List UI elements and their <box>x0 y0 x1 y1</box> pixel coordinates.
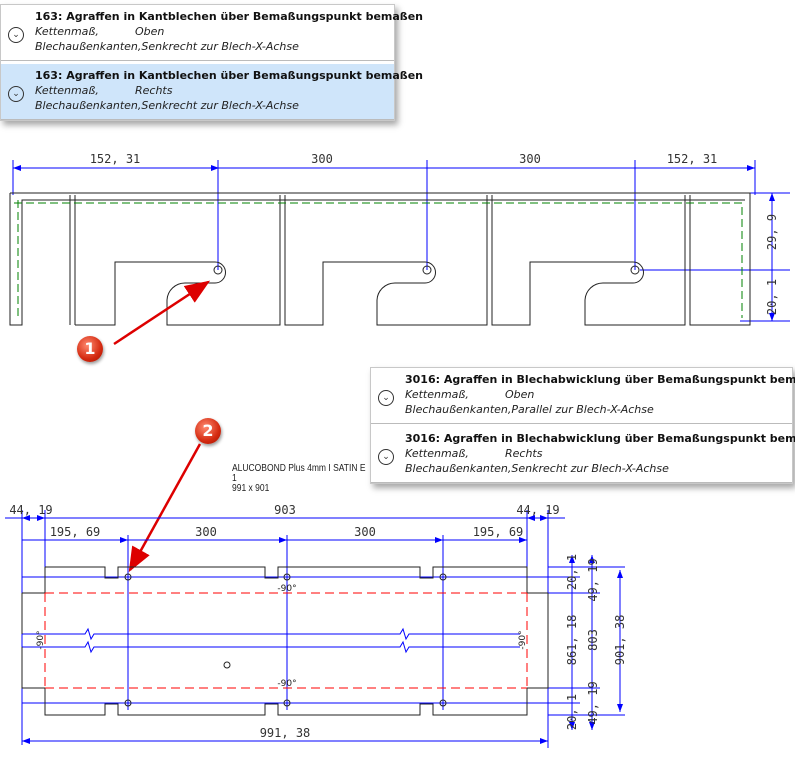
option-orientation: Senkrecht zur Blech-X-Achse <box>141 99 299 112</box>
dim-label: 300 <box>519 152 541 166</box>
dim-label: 44, 19 <box>9 503 52 517</box>
dim-label: 152, 31 <box>90 152 141 166</box>
bend-angle: -90° <box>277 584 296 594</box>
dimension-options-popup-bottom: ⌄ 3016: Agraffen in Blechabwicklung über… <box>370 367 795 484</box>
dim-label: 49, 19 <box>586 681 600 724</box>
dim-label: 803 <box>586 629 600 651</box>
option-row[interactable]: ⌄ 3016: Agraffen in Blechabwicklung über… <box>371 427 795 483</box>
option-title: 163: Agraffen in Kantblechen über Bemaßu… <box>35 10 424 23</box>
chevron-down-icon[interactable]: ⌄ <box>378 449 394 465</box>
top-profile-drawing: 152, 31 300 300 152, 31 29, 9 20, 1 <box>9 152 790 326</box>
option-row-selected[interactable]: ⌄ 163: Agraffen in Kantblechen über Bema… <box>1 64 424 120</box>
option-position: Oben <box>135 25 165 38</box>
chevron-down-icon[interactable]: ⌄ <box>8 86 24 102</box>
option-orientation: Senkrecht zur Blech-X-Achse <box>141 40 299 53</box>
option-position: Oben <box>505 388 535 401</box>
dim-label: 300 <box>354 525 376 539</box>
title-block-material: ALUCOBOND Plus 4mm I SATIN E <box>232 463 366 474</box>
option-type: Kettenmaß, <box>35 25 99 38</box>
option-position: Rechts <box>505 447 543 460</box>
option-type: Kettenmaß, <box>35 84 99 97</box>
dim-label: 29, 9 <box>765 214 779 250</box>
option-reference: Blechaußenkanten, <box>405 403 512 416</box>
dim-label: 195, 69 <box>50 525 101 539</box>
dim-label: 195, 69 <box>473 525 524 539</box>
dim-label: 20, 1 <box>765 279 779 315</box>
dimension-options-popup-top: ⌄ 163: Agraffen in Kantblechen über Bema… <box>0 4 424 121</box>
bend-angle: -90° <box>36 630 46 649</box>
bottom-flat-pattern-drawing: 44, 19 903 44, 19 195, 69 300 300 195, 6… <box>5 503 627 748</box>
option-title: 3016: Agraffen in Blechabwicklung über B… <box>405 373 795 386</box>
dim-label: 152, 31 <box>667 152 718 166</box>
option-type: Kettenmaß, <box>405 388 469 401</box>
option-position: Rechts <box>135 84 173 97</box>
option-orientation: Senkrecht zur Blech-X-Achse <box>511 462 669 475</box>
option-orientation: Parallel zur Blech-X-Achse <box>511 403 654 416</box>
dim-label: 300 <box>195 525 217 539</box>
title-block-size: 991 x 901 <box>232 483 270 494</box>
bend-angle: -90° <box>518 630 528 649</box>
dim-label: 991, 38 <box>260 726 311 740</box>
option-reference: Blechaußenkanten, <box>405 462 512 475</box>
chevron-down-icon[interactable]: ⌄ <box>378 390 394 406</box>
pointer-arrow <box>113 280 211 346</box>
option-row[interactable]: ⌄ 163: Agraffen in Kantblechen über Bema… <box>1 5 424 61</box>
title-block: ALUCOBOND Plus 4mm I SATIN E 1 991 x 901 <box>232 464 366 494</box>
callout-badge-2: 2 <box>195 418 221 444</box>
option-title: 3016: Agraffen in Blechabwicklung über B… <box>405 432 795 445</box>
pointer-arrow <box>128 443 202 573</box>
option-reference: Blechaußenkanten, <box>35 99 142 112</box>
dim-label: 903 <box>274 503 296 517</box>
chevron-down-icon[interactable]: ⌄ <box>8 27 24 43</box>
dim-label: 901, 38 <box>613 615 627 666</box>
bend-angle: -90° <box>277 679 296 689</box>
dim-label: 49, 19 <box>586 558 600 601</box>
option-type: Kettenmaß, <box>405 447 469 460</box>
option-row[interactable]: ⌄ 3016: Agraffen in Blechabwicklung über… <box>371 368 795 424</box>
dim-label: 300 <box>311 152 333 166</box>
option-title: 163: Agraffen in Kantblechen über Bemaßu… <box>35 69 424 82</box>
dim-label: 20, 1 <box>565 694 579 730</box>
dim-label: 44, 19 <box>516 503 559 517</box>
callout-badge-1: 1 <box>77 336 103 362</box>
option-reference: Blechaußenkanten, <box>35 40 142 53</box>
dim-label: 861, 18 <box>565 615 579 666</box>
dim-label: 20, 1 <box>565 554 579 590</box>
